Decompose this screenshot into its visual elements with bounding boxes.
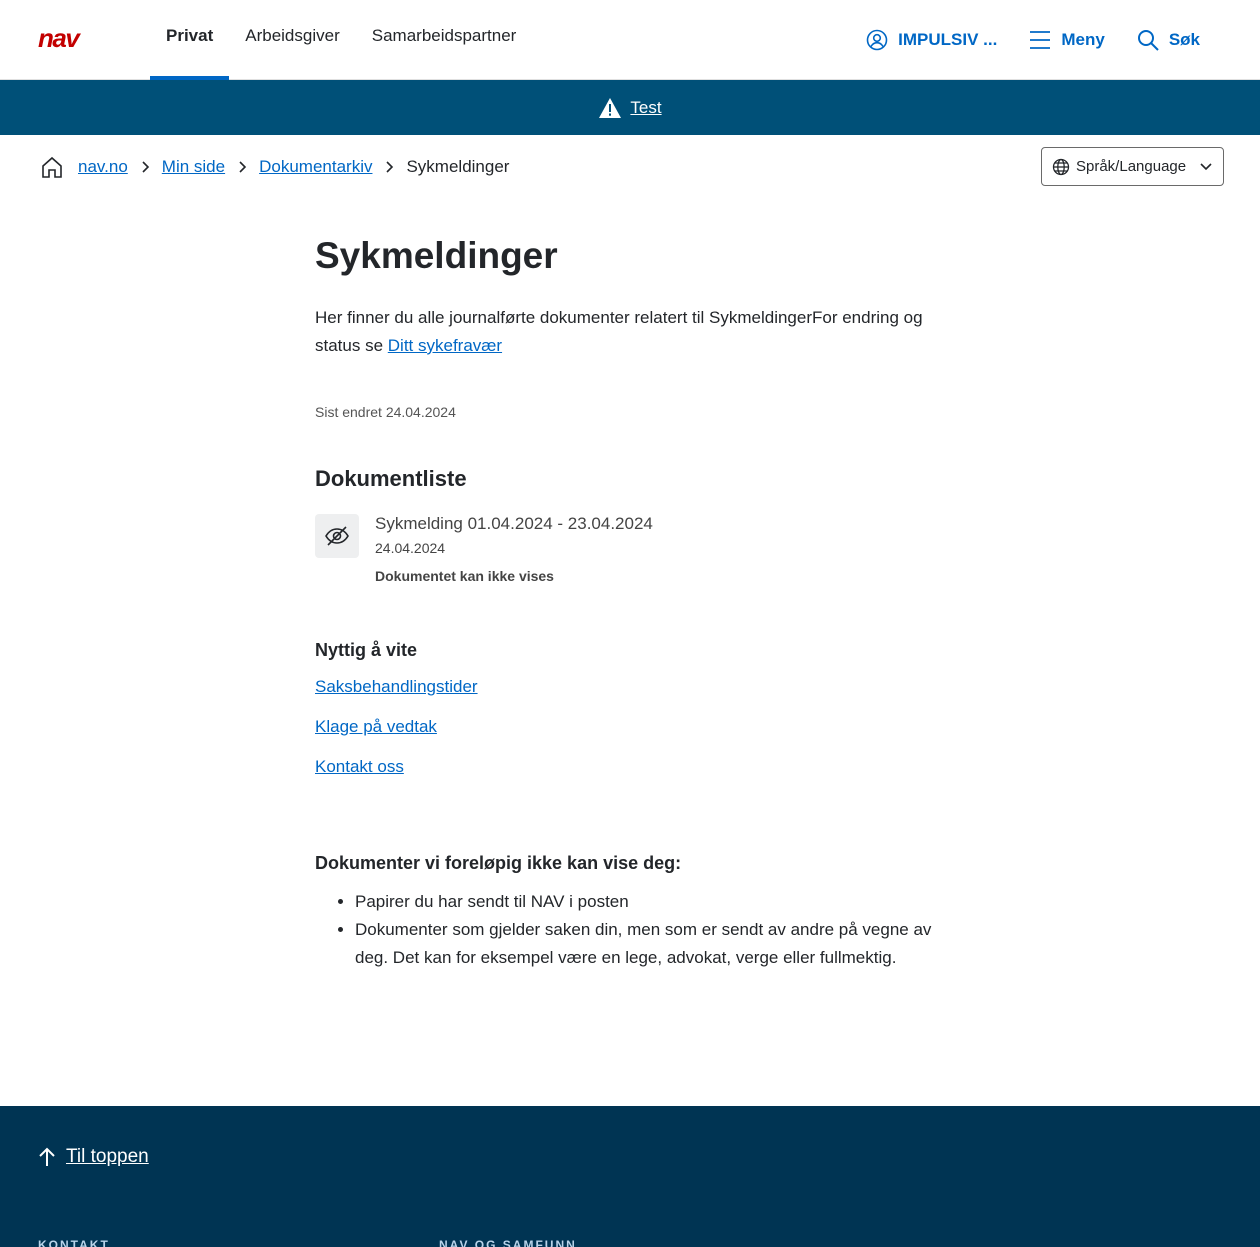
environment-banner: Test	[0, 80, 1260, 135]
breadcrumb-link-nav[interactable]: nav.no	[78, 157, 128, 177]
to-top-link[interactable]: Til toppen	[66, 1146, 149, 1168]
document-list-heading: Dokumentliste	[315, 466, 467, 491]
footer-heading-nav-og-samfunn: NAV OG SAMFUNN	[439, 1238, 577, 1247]
list-item: Dokumenter som gjelder saken din, men so…	[355, 916, 945, 972]
audience-tabs: Privat Arbeidsgiver Samarbeidspartner	[150, 0, 532, 80]
home-icon[interactable]	[40, 155, 64, 179]
search-label: Søk	[1168, 30, 1200, 49]
tab-arbeidsgiver[interactable]: Arbeidsgiver	[229, 0, 356, 80]
site-header: nav Privat Arbeidsgiver Samarbeidspartne…	[0, 0, 1260, 80]
chevron-down-icon	[1200, 162, 1212, 170]
eye-slash-icon	[315, 514, 359, 558]
tab-samarbeidspartner[interactable]: Samarbeidspartner	[356, 0, 533, 80]
banner-test-link[interactable]: Test	[630, 98, 661, 118]
ditt-sykefravaer-link[interactable]: Ditt sykefravær	[388, 336, 502, 355]
menu-label: Meny	[1061, 30, 1105, 49]
chevron-right-icon	[384, 160, 394, 174]
kontakt-oss-link[interactable]: Kontakt oss	[315, 755, 945, 779]
warning-icon	[599, 97, 622, 118]
hamburger-icon	[1030, 31, 1051, 49]
user-menu-label: IMPULSIV ...	[898, 30, 998, 49]
list-item: Papirer du har sendt til NAV i posten	[355, 888, 945, 916]
breadcrumb-link-min-side[interactable]: Min side	[162, 157, 225, 177]
document-item: Sykmelding 01.04.2024 - 23.04.2024 24.04…	[315, 514, 945, 584]
breadcrumb-current: Sykmeldinger	[406, 157, 510, 176]
footer-heading-kontakt: KONTAKT	[38, 1238, 110, 1247]
not-shown-heading: Dokumenter vi foreløpig ikke kan vise de…	[315, 853, 682, 873]
document-title: Sykmelding 01.04.2024 - 23.04.2024	[375, 514, 653, 533]
globe-icon	[1052, 158, 1070, 175]
main-content: Sykmeldinger Her finner du alle journalf…	[315, 232, 945, 972]
breadcrumb: nav.no Min side Dokumentarkiv Sykmelding…	[40, 152, 509, 182]
header-actions: IMPULSIV ... Meny Søk	[866, 0, 1200, 80]
chevron-right-icon	[140, 160, 150, 174]
site-footer: Til toppen KONTAKT NAV OG SAMFUNN	[0, 1106, 1260, 1247]
user-menu-button[interactable]: IMPULSIV ...	[866, 29, 997, 51]
chevron-right-icon	[237, 160, 247, 174]
intro-text: Her finner du alle journalførte dokument…	[315, 304, 945, 360]
not-shown-list: Papirer du har sendt til NAV i posten Do…	[315, 888, 945, 972]
last-updated: Sist endret 24.04.2024	[315, 404, 456, 420]
useful-links: Saksbehandlingstider Klage på vedtak Kon…	[315, 675, 945, 779]
document-date: 24.04.2024	[375, 540, 446, 556]
useful-heading: Nyttig å vite	[315, 640, 418, 660]
arrow-up-icon	[39, 1147, 55, 1166]
nav-logo-text: nav	[38, 27, 81, 49]
nav-logo[interactable]: nav	[38, 27, 102, 49]
document-details: Sykmelding 01.04.2024 - 23.04.2024 24.04…	[375, 514, 653, 584]
breadcrumb-link-dokumentarkiv[interactable]: Dokumentarkiv	[259, 157, 372, 177]
menu-button[interactable]: Meny	[1029, 30, 1105, 50]
tab-privat[interactable]: Privat	[150, 0, 230, 80]
page-title: Sykmeldinger	[315, 235, 558, 276]
user-icon	[866, 29, 888, 51]
language-label: Språk/Language	[1076, 158, 1187, 175]
search-icon	[1137, 30, 1159, 51]
to-top-button[interactable]: Til toppen	[38, 1146, 149, 1168]
search-button[interactable]: Søk	[1137, 29, 1200, 51]
language-selector[interactable]: Språk/Language	[1041, 147, 1224, 186]
document-unavailable-note: Dokumentet kan ikke vises	[375, 568, 554, 584]
saksbehandlingstider-link[interactable]: Saksbehandlingstider	[315, 675, 945, 699]
klage-link[interactable]: Klage på vedtak	[315, 715, 945, 739]
